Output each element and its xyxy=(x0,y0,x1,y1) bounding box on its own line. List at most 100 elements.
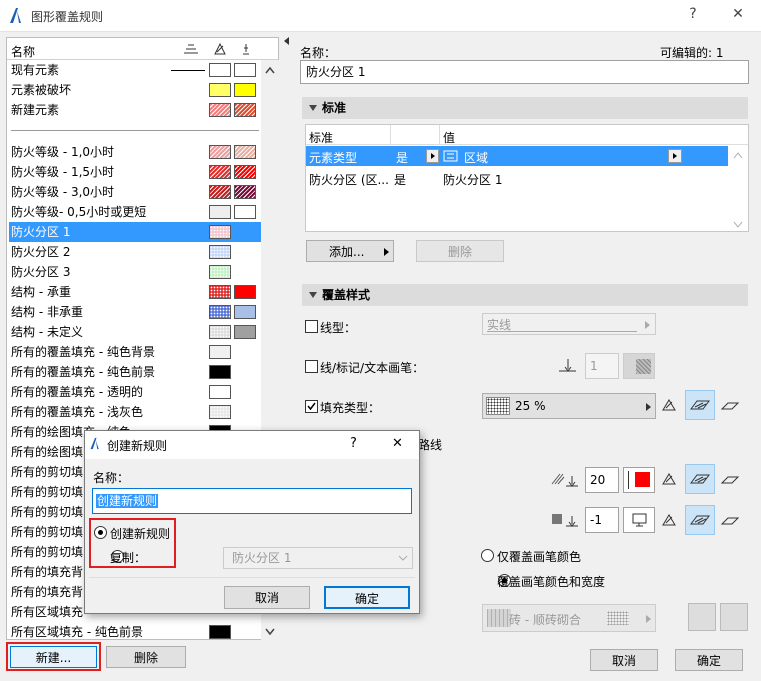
criteria-section-header[interactable]: 标准 xyxy=(302,97,748,119)
help-button[interactable]: ? xyxy=(682,6,704,22)
collapse-panel-icon[interactable] xyxy=(283,37,291,45)
list-item-label: 所有的填充背 xyxy=(11,585,84,599)
list-item-label: 新建元素 xyxy=(11,103,60,117)
ok-button[interactable]: 确定 xyxy=(675,649,743,671)
dialog-name-label: 名称： xyxy=(93,471,130,485)
editable-count: 可编辑的: 1 xyxy=(660,46,724,60)
triangle-down-icon xyxy=(309,105,317,111)
fill-swatch xyxy=(209,305,231,319)
table-scroll-down-icon[interactable] xyxy=(733,221,743,229)
dialog-help-button[interactable]: ? xyxy=(350,436,357,451)
line-type-dropdown[interactable]: 实线 xyxy=(482,313,656,335)
fill-project-origin-icon[interactable] xyxy=(685,390,715,420)
list-item-label: 结构 - 未定义 xyxy=(11,325,83,339)
bg-pen-field[interactable]: -1 xyxy=(585,507,619,533)
fill-distorted-icon[interactable] xyxy=(655,464,685,494)
dialog-title: 创建新规则 xyxy=(107,439,168,453)
fill-swatch xyxy=(209,325,231,339)
fill-swatch xyxy=(209,145,231,159)
pen-color-only-radio[interactable] xyxy=(481,549,494,562)
copy-source-dropdown[interactable]: 防火分区 1 xyxy=(223,547,413,569)
pen-checkbox[interactable] xyxy=(305,360,318,373)
fill-pattern-swatch xyxy=(486,397,510,415)
fill-type-dropdown[interactable]: 25 % xyxy=(482,393,656,419)
list-item-label: 所有区域填充 xyxy=(11,605,84,619)
fill-project-origin-icon[interactable] xyxy=(685,464,715,494)
fill-swatch xyxy=(234,185,256,199)
delete-rule-button[interactable]: 删除 xyxy=(106,646,186,668)
surface-value: 砖 - 顺砖砌合 xyxy=(509,613,581,627)
op-dropdown-button[interactable] xyxy=(426,149,439,163)
fill-swatch xyxy=(234,145,256,159)
create-new-radio[interactable] xyxy=(94,526,107,539)
archicad-app-icon xyxy=(10,8,21,23)
pen-swatch xyxy=(234,305,256,319)
rule-name-field[interactable]: 防火分区 1 xyxy=(300,60,749,84)
pen-label: 线/标记/文本画笔： xyxy=(320,361,425,375)
partially-hidden-label: 路线 xyxy=(418,438,443,452)
zone-icon xyxy=(443,150,458,162)
fill-swatch xyxy=(234,205,256,219)
remove-criteria-button[interactable]: 删除 xyxy=(416,240,504,262)
scroll-up-icon[interactable] xyxy=(265,66,275,74)
pen-color-swatch[interactable] xyxy=(623,353,655,379)
list-header-name: 名称 xyxy=(11,45,36,59)
surface-swatch xyxy=(487,609,511,627)
new-rule-button[interactable]: 新建... xyxy=(10,646,97,668)
fill-swatch xyxy=(234,83,256,97)
fg-pen-color-swatch[interactable] xyxy=(623,467,655,493)
table-scroll-up-icon[interactable] xyxy=(733,151,743,159)
arrow-right-icon xyxy=(646,403,651,411)
list-item-label: 现有元素 xyxy=(11,63,60,77)
value-dropdown-button[interactable] xyxy=(668,149,682,163)
fill-distorted-icon[interactable] xyxy=(655,505,685,535)
criteria-row1-name: 元素类型 xyxy=(309,151,358,165)
override-style-section-header[interactable]: 覆盖样式 xyxy=(302,284,748,306)
fill-element-origin-icon[interactable] xyxy=(715,464,745,494)
override-style-title: 覆盖样式 xyxy=(322,288,371,302)
pen-number-field[interactable]: 1 xyxy=(585,353,619,379)
surface-dropdown[interactable]: 砖 - 顺砖砌合 xyxy=(482,604,656,632)
list-item-label: 元素被破坏 xyxy=(11,83,72,97)
fill-distorted-icon[interactable] xyxy=(655,390,685,420)
pen-swatch xyxy=(234,325,256,339)
dialog-name-input[interactable]: 创建新规则 xyxy=(92,488,412,514)
list-item-label: 所有的剪切填 xyxy=(11,525,84,539)
add-criteria-button[interactable]: 添加... xyxy=(306,240,394,262)
list-item-label: 所有的剪切填 xyxy=(11,485,84,499)
triangle-down-icon xyxy=(309,292,317,298)
dialog-cancel-button[interactable]: 取消 xyxy=(224,586,310,609)
fg-pen-field[interactable]: 20 xyxy=(585,467,619,493)
fill-type-value: 25 % xyxy=(515,399,546,413)
archicad-app-icon xyxy=(90,437,99,450)
surface-option-button-2[interactable] xyxy=(720,603,748,631)
criteria-row2-name[interactable]: 防火分区 (区... xyxy=(309,171,389,188)
criteria-row2-value: 防火分区 1 xyxy=(443,173,503,187)
add-criteria-label: 添加... xyxy=(329,245,365,259)
fill-project-origin-icon[interactable] xyxy=(685,505,715,535)
list-item-label: 防火等级 - 1,0小时 xyxy=(11,145,115,159)
line-type-value: 实线 xyxy=(487,318,512,332)
fill-type-checkbox[interactable] xyxy=(305,400,318,413)
fill-swatch xyxy=(209,83,231,97)
fill-swatch xyxy=(209,205,231,219)
surface-option-button-1[interactable] xyxy=(688,603,716,631)
monitor-icon xyxy=(632,513,647,527)
line-type-checkbox[interactable] xyxy=(305,320,318,333)
fill-element-origin-icon[interactable] xyxy=(715,505,745,535)
dialog-ok-button[interactable]: 确定 xyxy=(324,586,410,609)
fill-swatch xyxy=(234,103,256,117)
bg-pen-color-swatch[interactable] xyxy=(623,507,655,533)
fill-swatch xyxy=(209,365,231,379)
list-item-label: 结构 - 非承重 xyxy=(11,305,83,319)
list-item-label: 防火等级 - 3,0小时 xyxy=(11,185,115,199)
close-icon[interactable]: ✕ xyxy=(727,6,749,22)
criteria-row-selected[interactable]: 元素类型 是 区域 xyxy=(306,146,728,166)
scroll-down-icon[interactable] xyxy=(265,628,275,636)
chevron-down-icon xyxy=(398,555,408,561)
list-item-label: 所有的填充背 xyxy=(11,565,84,579)
cancel-button[interactable]: 取消 xyxy=(590,649,658,671)
fill-element-origin-icon[interactable] xyxy=(715,390,745,420)
dialog-close-icon[interactable]: ✕ xyxy=(392,436,403,451)
fill-swatch xyxy=(209,265,231,279)
